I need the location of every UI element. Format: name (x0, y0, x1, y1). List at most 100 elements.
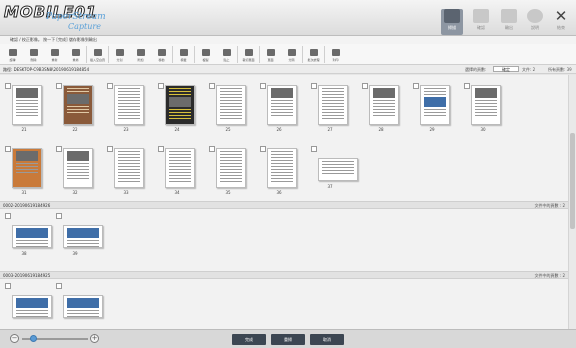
cancel-button[interactable]: 取消 (310, 334, 344, 345)
page-select-checkbox[interactable] (56, 283, 62, 289)
document-group-header[interactable]: 0002-20190619184926 文件中的頁數 : 2 (0, 201, 568, 209)
toolbar-split-button[interactable]: 分割 (109, 44, 130, 65)
append-icon (136, 49, 145, 56)
toolbar-separator-button[interactable]: 分隔 (281, 44, 302, 65)
page-select-checkbox[interactable] (56, 146, 62, 152)
page-number: 29 (429, 127, 435, 132)
page-number: 25 (225, 127, 231, 132)
edit-toolbar: 旋轉 刪除 重新 重掃 插入空白頁 分割 附加 移動 標籤 複製 貼上 裁切頁面 頁面 分隔 批次處理 列印 (0, 44, 576, 65)
page-select-checkbox[interactable] (5, 283, 11, 289)
output-nav-button[interactable]: 輸出 (498, 9, 520, 35)
page-thumbnail[interactable] (56, 283, 103, 329)
toolbar-batch-button[interactable]: 批次處理 (303, 44, 324, 65)
toolbar-copy-button[interactable]: 複製 (195, 44, 216, 65)
toolbar-label: 分割 (116, 58, 123, 62)
page-thumbnail[interactable]: 27 (311, 83, 349, 133)
page-select-checkbox[interactable] (362, 83, 368, 89)
check-nav-label: 確認 (477, 25, 485, 30)
page-thumbnail[interactable]: 30 (464, 83, 502, 133)
page-select-checkbox[interactable] (260, 83, 266, 89)
page-select-checkbox[interactable] (260, 146, 266, 152)
document-group-header[interactable]: 0003-20190619184925 文件中的頁數 : 2 (0, 271, 568, 279)
page-select-checkbox[interactable] (464, 83, 470, 89)
page-select-checkbox[interactable] (413, 83, 419, 89)
toolbar-label-button[interactable]: 標籤 (173, 44, 194, 65)
app-logo: MOBILE01 PaperStream Capture (3, 3, 126, 33)
page-thumbnail[interactable]: 28 (362, 83, 400, 133)
page-thumbnail[interactable]: 37 (311, 146, 358, 196)
page-select-checkbox[interactable] (5, 146, 11, 152)
page-thumbnail-image (114, 148, 144, 188)
document-group-name: 0002-20190619184926 (3, 203, 51, 208)
output-nav-label: 輸出 (505, 25, 513, 30)
crop-icon (244, 49, 253, 56)
page-thumbnail[interactable]: 31 (5, 146, 43, 196)
page-number: 23 (123, 127, 129, 132)
toolbar-rescan-button[interactable]: 重掃 (65, 44, 86, 65)
page-thumbnail-image (63, 295, 103, 318)
toolbar-append-button[interactable]: 附加 (130, 44, 151, 65)
vertical-scrollbar[interactable] (568, 75, 576, 329)
toolbar-page-button[interactable]: 頁面 (260, 44, 281, 65)
toolbar-delete-button[interactable]: 刪除 (23, 44, 44, 65)
page-thumbnail[interactable]: 26 (260, 83, 298, 133)
toolbar-rotate-button[interactable]: 旋轉 (2, 44, 23, 65)
help-nav-button[interactable]: 說明 (524, 9, 546, 35)
page-thumbnail[interactable]: 36 (260, 146, 298, 196)
page-select-checkbox[interactable] (209, 83, 215, 89)
toolbar-print-button[interactable]: 列印 (325, 44, 346, 65)
page-thumbnail[interactable]: 35 (209, 146, 247, 196)
page-select-checkbox[interactable] (158, 146, 164, 152)
help-nav-label: 說明 (531, 25, 539, 30)
scan-nav-button[interactable]: 掃描 (441, 9, 463, 35)
scan-icon (444, 9, 460, 23)
toolbar-paste-button[interactable]: 貼上 (216, 44, 237, 65)
page-thumbnail[interactable]: 24 (158, 83, 196, 133)
page-select-checkbox[interactable] (5, 83, 11, 89)
page-thumbnail-image (318, 158, 358, 181)
page-thumbnail[interactable]: 25 (209, 83, 247, 133)
instruction-text: 確認 / 校正影像。 按一下 [完成] 儲存影像到輸出 (10, 37, 97, 42)
page-select-checkbox[interactable] (209, 146, 215, 152)
page-select-checkbox[interactable] (158, 83, 164, 89)
page-number: 39 (72, 251, 78, 256)
check-nav-button[interactable]: 確認 (470, 9, 492, 35)
toolbar-label: 批次處理 (307, 58, 320, 62)
page-select-checkbox[interactable] (311, 146, 317, 152)
page-thumbnail[interactable]: 21 (5, 83, 43, 133)
rescan-button[interactable]: 重掃 (271, 334, 305, 345)
page-select-checkbox[interactable] (56, 83, 62, 89)
total-page-count: 所有頁數: 39 (548, 67, 572, 72)
toolbar-insert-blank-button[interactable]: 插入空白頁 (87, 44, 108, 65)
exit-nav-button[interactable]: ✕ 結束 (550, 9, 572, 35)
thumbnail-area: 21 22 23 24 25 26 27 28 29 30 31 32 33 34 35 36 37 0002-2… (0, 75, 568, 329)
page-select-checkbox[interactable] (311, 83, 317, 89)
page-select-checkbox[interactable] (107, 83, 113, 89)
page-thumbnail[interactable]: 22 (56, 83, 94, 133)
page-thumbnail[interactable]: 38 (5, 213, 52, 263)
document-group-page-count: 文件中的頁數 : 2 (534, 203, 565, 208)
page-thumbnail[interactable]: 32 (56, 146, 94, 196)
page-thumbnail[interactable]: 29 (413, 83, 451, 133)
scrollbar-thumb[interactable] (570, 133, 575, 229)
page-select-checkbox[interactable] (56, 213, 62, 219)
toolbar-move-button[interactable]: 移動 (151, 44, 172, 65)
page-thumbnail[interactable] (5, 283, 52, 329)
page-thumbnail-image (369, 85, 399, 125)
zoom-out-button[interactable]: − (10, 334, 19, 343)
finish-button[interactable]: 完成 (232, 334, 266, 345)
toolbar-redo-button[interactable]: 重新 (44, 44, 65, 65)
page-select-checkbox[interactable] (107, 146, 113, 152)
page-number: 26 (276, 127, 282, 132)
page-thumbnail[interactable]: 39 (56, 213, 103, 263)
page-thumbnail[interactable]: 33 (107, 146, 145, 196)
toolbar-crop-button[interactable]: 裁切頁面 (238, 44, 259, 65)
page-thumbnail[interactable]: 34 (158, 146, 196, 196)
page-select-checkbox[interactable] (5, 213, 11, 219)
page-thumbnail-image (12, 225, 52, 248)
page-thumbnail[interactable]: 23 (107, 83, 145, 133)
page-thumbnail-image (216, 85, 246, 125)
selected-count-button[interactable]: 確定 (493, 66, 519, 72)
zoom-slider-handle[interactable] (30, 335, 38, 342)
zoom-in-button[interactable]: + (90, 334, 99, 343)
